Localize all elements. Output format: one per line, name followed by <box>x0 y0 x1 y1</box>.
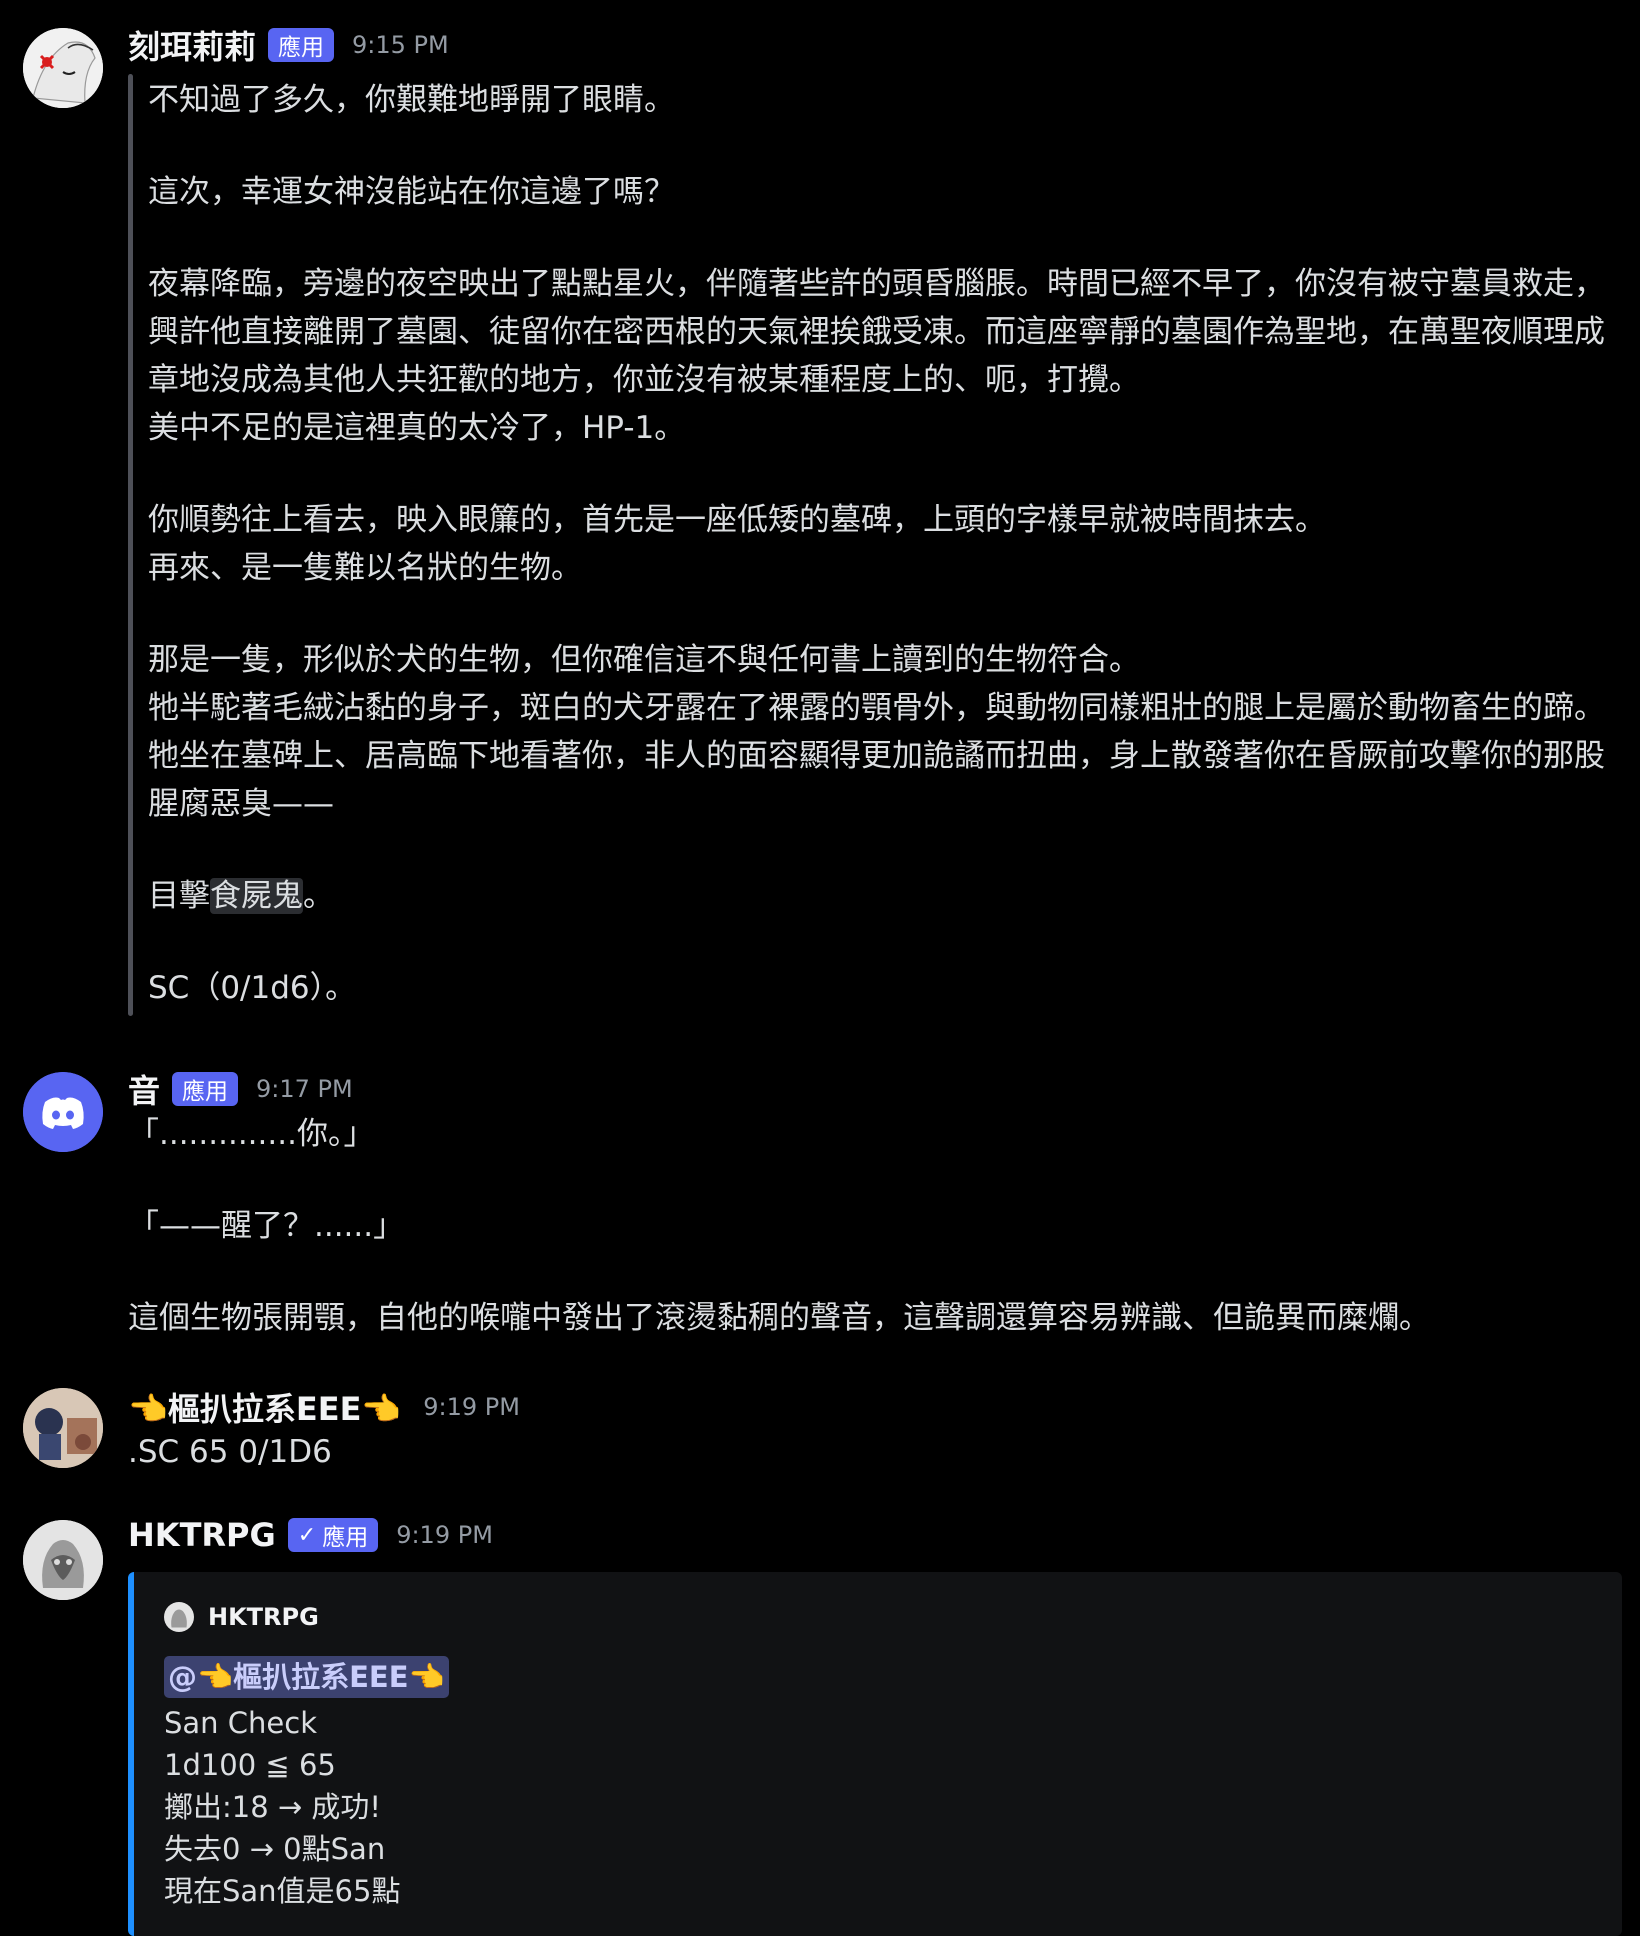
avatar[interactable] <box>23 28 103 108</box>
message-line: 不知過了多久，你艱難地睜開了眼睛。 <box>148 82 675 118</box>
verified-app-badge: ✓ 應用 <box>287 1518 379 1552</box>
message-line: 「..............你。」 <box>128 1116 375 1152</box>
avatar[interactable] <box>23 1520 103 1600</box>
message-line: 美中不足的是這裡真的太冷了，HP-1。 <box>148 410 686 446</box>
message-line: 那是一隻，形似於犬的生物，但你確信這不與任何書上讀到的生物符合。 <box>148 642 1140 678</box>
message-line: .SC 65 0/1D6 <box>128 1434 332 1470</box>
embed-line: 擲出:18 → 成功! <box>164 1790 382 1824</box>
embed-author: HKTRPG <box>164 1602 319 1632</box>
embed-author-name: HKTRPG <box>208 1603 319 1631</box>
user-mention[interactable]: @👈樞扒拉系EEE👈 <box>164 1656 449 1698</box>
app-badge: 應用 <box>172 1072 239 1106</box>
avatar[interactable] <box>23 1072 103 1152</box>
check-icon: ✓ <box>297 1522 317 1548</box>
embed-card: HKTRPG @👈樞扒拉系EEE👈 San Check 1d100 ≦ 65 擲… <box>128 1572 1622 1936</box>
message-line: 再來、是一隻難以名狀的生物。 <box>148 550 582 586</box>
discord-logo-icon <box>23 1072 103 1152</box>
timestamp: 9:19 PM <box>396 1521 493 1549</box>
username[interactable]: 刻珥莉莉 <box>128 22 256 68</box>
message-text: 目擊 <box>148 878 210 914</box>
timestamp: 9:17 PM <box>256 1075 353 1103</box>
username[interactable]: 音 <box>128 1066 160 1112</box>
message-content: 不知過了多久，你艱難地睜開了眼睛。 這次，幸運女神沒能站在你這邊了嗎？ 夜幕降臨，旁… <box>148 76 1616 1012</box>
message-line: 牠半駝著毛絨沾黏的身子，斑白的犬牙露在了裸露的顎骨外，與動物同樣粗壯的腿上是屬於… <box>148 690 1605 822</box>
embed-line: 失去0 → 0點San <box>164 1832 386 1866</box>
embed-line: 1d100 ≦ 65 <box>164 1748 336 1782</box>
message-text: 。 <box>303 878 334 914</box>
message-line: 這個生物張開顎，自他的喉嚨中發出了滾燙黏稠的聲音，這聲調還算容易辨識、但詭異而糜… <box>128 1300 1430 1336</box>
timestamp: 9:15 PM <box>352 31 449 59</box>
message-line: 你順勢往上看去，映入眼簾的，首先是一座低矮的墓碑，上頭的字樣早就被時間抹去。 <box>148 502 1326 538</box>
embed-line: 現在San值是65點 <box>164 1874 401 1908</box>
app-badge: 應用 <box>268 28 335 62</box>
message-line: 這次，幸運女神沒能站在你這邊了嗎？ <box>148 174 675 210</box>
message-content: .SC 65 0/1D6 <box>128 1428 1608 1476</box>
message-line: 目擊食屍鬼。 <box>148 872 1616 920</box>
quote-bar <box>128 74 133 1016</box>
message-line: 夜幕降臨，旁邊的夜空映出了點點星火，伴隨著些許的頭昏腦脹。時間已經不早了，你沒有… <box>148 266 1605 398</box>
message-line: SC（0/1d6）。 <box>148 970 357 1006</box>
timestamp: 9:19 PM <box>423 1393 520 1421</box>
avatar[interactable] <box>23 1388 103 1468</box>
message-line: 「——醒了？......」 <box>128 1208 405 1244</box>
embed-author-avatar <box>164 1602 194 1632</box>
username[interactable]: 👈樞扒拉系EEE👈 <box>128 1384 401 1430</box>
embed-body: @👈樞扒拉系EEE👈 San Check 1d100 ≦ 65 擲出:18 → … <box>164 1656 449 1912</box>
embed-line: San Check <box>164 1706 317 1740</box>
highlighted-term[interactable]: 食屍鬼 <box>210 878 303 914</box>
message-content: 「..............你。」 「——醒了？......」這個生物張開顎，自… <box>128 1110 1608 1342</box>
username[interactable]: HKTRPG <box>128 1516 276 1554</box>
